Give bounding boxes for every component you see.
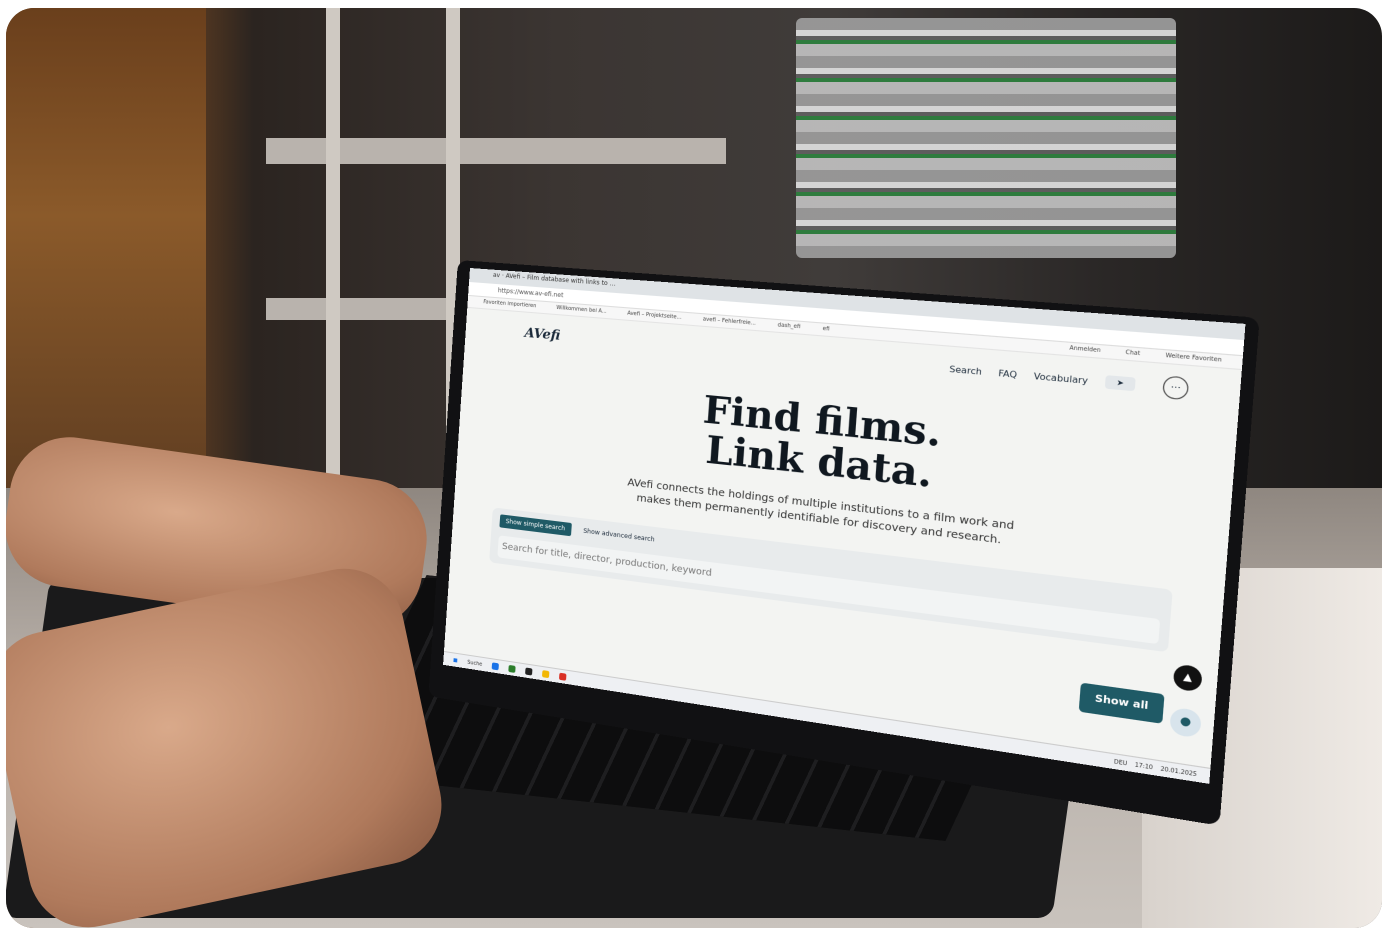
film-reel-stack xyxy=(796,18,1176,258)
simple-search-toggle[interactable]: Show simple search xyxy=(499,514,572,537)
profile-button[interactable]: Anmelden xyxy=(1069,345,1101,355)
bookmark-item[interactable]: dash_efi xyxy=(777,322,800,331)
pdf-icon[interactable] xyxy=(559,672,567,681)
chat-link[interactable]: Chat xyxy=(1125,349,1140,358)
nav-faq[interactable]: FAQ xyxy=(998,368,1017,380)
edge-icon[interactable] xyxy=(491,662,500,671)
bookmark-item[interactable]: Willkommen bei A... xyxy=(556,305,607,316)
scroll-top-icon[interactable]: ▲ xyxy=(1172,663,1203,693)
folder-icon[interactable] xyxy=(542,670,550,679)
clock-date[interactable]: 20.01.2025 xyxy=(1160,765,1197,777)
windows-start-icon[interactable]: ■ xyxy=(453,657,458,664)
language-indicator[interactable]: DEU xyxy=(1114,758,1128,767)
bookmark-item[interactable]: Favoriten importieren xyxy=(483,299,536,310)
taskbar-search[interactable]: Suche xyxy=(467,659,482,667)
bookmark-item[interactable]: efi xyxy=(822,326,829,334)
app-icon[interactable] xyxy=(508,664,516,673)
ellipsis-icon[interactable]: ⋯ xyxy=(1162,375,1190,401)
site-logo[interactable]: AVefi xyxy=(524,325,561,343)
shelf-post xyxy=(326,8,340,488)
bookmark-item[interactable]: avefi – Fehlerfreie... xyxy=(702,316,756,328)
nav-vocabulary[interactable]: Vocabulary xyxy=(1033,371,1088,386)
app-icon[interactable] xyxy=(525,667,533,676)
show-all-button[interactable]: Show all xyxy=(1078,682,1165,724)
paper-plane-icon[interactable]: ➤ xyxy=(1104,375,1136,392)
other-favorites[interactable]: Weitere Favoriten xyxy=(1165,353,1222,365)
main-nav: Search FAQ Vocabulary ➤ ⋯ xyxy=(949,358,1190,401)
clock-time[interactable]: 17:10 xyxy=(1134,761,1153,771)
advanced-search-toggle[interactable]: Show advanced search xyxy=(577,524,662,548)
nav-search[interactable]: Search xyxy=(949,364,982,377)
bookmark-item[interactable]: Avefi – Projektseite... xyxy=(627,310,682,322)
chat-bubble-icon[interactable]: ● xyxy=(1169,706,1202,739)
